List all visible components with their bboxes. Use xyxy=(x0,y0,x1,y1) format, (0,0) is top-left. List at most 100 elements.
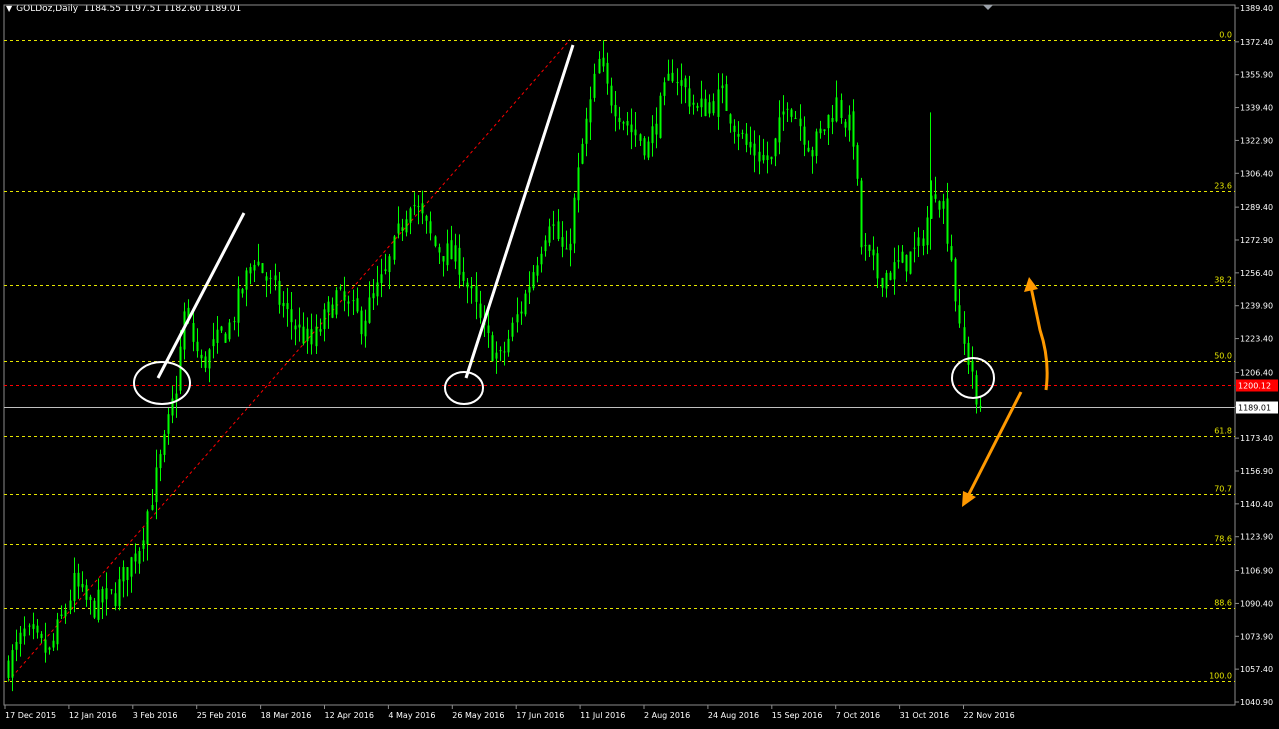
candle-body xyxy=(799,118,802,127)
candle-body xyxy=(688,88,691,107)
candle-body xyxy=(286,303,289,310)
fib-level-label: 100.0 xyxy=(1209,672,1232,681)
candle-body xyxy=(626,121,629,126)
candle-body xyxy=(926,217,929,246)
candle-body xyxy=(946,198,949,244)
candle-body xyxy=(717,89,720,117)
candle-body xyxy=(975,375,978,405)
candle-body xyxy=(413,205,416,207)
candle-body xyxy=(130,557,133,577)
candle-body xyxy=(249,267,252,274)
candle-body xyxy=(610,85,613,106)
candle-body xyxy=(680,80,683,86)
fib-level-label: 50.0 xyxy=(1214,352,1232,361)
candle-body xyxy=(565,248,568,250)
candle-body xyxy=(794,117,797,119)
candle-body xyxy=(598,58,601,74)
candle-body xyxy=(852,111,855,147)
candle-body xyxy=(696,105,699,108)
candle-body xyxy=(19,632,22,644)
candle-body xyxy=(971,361,974,372)
y-tick-label: 1239.90 xyxy=(1240,302,1273,311)
candle-body xyxy=(380,274,383,284)
candle-body xyxy=(401,227,404,231)
candle-body xyxy=(356,298,359,312)
candle-body xyxy=(298,324,301,328)
candle-body xyxy=(544,240,547,252)
candle-body xyxy=(122,567,125,582)
candle-body xyxy=(134,553,137,562)
y-tick-label: 1057.40 xyxy=(1240,665,1273,674)
shift-marker-icon xyxy=(983,5,993,10)
candle-body xyxy=(23,628,26,637)
candle-body xyxy=(807,147,810,152)
candle-body xyxy=(721,85,724,89)
candle-body xyxy=(606,62,609,84)
candle-body xyxy=(97,589,100,620)
candle-body xyxy=(602,57,605,67)
candle-body xyxy=(89,596,92,600)
candle-body xyxy=(868,244,871,251)
candle-body xyxy=(885,272,888,289)
y-tick-label: 1289.40 xyxy=(1240,203,1273,212)
candle-body xyxy=(60,614,63,616)
chart-window[interactable]: ▼ GOLDoz,Daily 1184.55 1197.51 1182.60 11… xyxy=(0,0,1279,729)
candle-body xyxy=(782,111,785,115)
candle-body xyxy=(552,224,555,226)
candle-body xyxy=(93,600,96,618)
candle-body xyxy=(7,660,10,678)
candle-body xyxy=(458,247,461,275)
candle-body xyxy=(819,128,822,134)
candle-body xyxy=(73,572,76,601)
candle-body xyxy=(700,98,703,108)
x-tick-label: 22 Nov 2016 xyxy=(964,711,1015,720)
y-tick-label: 1306.40 xyxy=(1240,169,1273,178)
candle-body xyxy=(352,300,355,302)
candle-body xyxy=(922,238,925,246)
candle-body xyxy=(466,282,469,288)
candle-body xyxy=(647,141,650,158)
candle-body xyxy=(671,72,674,82)
candle-body xyxy=(364,320,367,337)
candle-body xyxy=(778,117,781,143)
candle-body xyxy=(749,141,752,148)
up-arrow xyxy=(1029,286,1049,391)
candle-body xyxy=(167,414,170,434)
candle-body xyxy=(146,511,149,545)
candle-body xyxy=(831,118,834,122)
y-tick-label: 1090.40 xyxy=(1240,599,1273,608)
candle-body xyxy=(856,145,859,179)
candle-body xyxy=(643,138,646,156)
x-tick-label: 26 May 2016 xyxy=(452,711,504,720)
candle-body xyxy=(692,102,695,105)
candle-body xyxy=(40,633,43,638)
candle-body xyxy=(676,82,679,84)
candle-body xyxy=(44,639,47,653)
candle-body xyxy=(294,325,297,330)
candle-body xyxy=(622,122,625,124)
candle-body xyxy=(347,301,350,304)
y-tick-label: 1272.90 xyxy=(1240,236,1273,245)
candle-body xyxy=(372,293,375,299)
candle-body xyxy=(159,454,162,469)
candle-body xyxy=(388,256,391,273)
candle-body xyxy=(958,305,961,324)
price-chart[interactable]: 0.0 23.6 38.2 50.0 61.8 70.7 78.6 88.6 100.0 138… xyxy=(0,0,1279,729)
candle-body xyxy=(573,197,576,244)
candle-body xyxy=(302,326,305,344)
candle-body xyxy=(913,247,916,249)
candle-body xyxy=(220,326,223,331)
y-tick-label: 1355.90 xyxy=(1240,71,1273,80)
y-tick-label: 1223.40 xyxy=(1240,335,1273,344)
candle-body xyxy=(712,101,715,114)
candle-body xyxy=(827,114,830,129)
x-tick-label: 17 Dec 2015 xyxy=(5,711,56,720)
fib-level-label: 38.2 xyxy=(1214,276,1232,285)
candle-body xyxy=(790,109,793,117)
candle-body xyxy=(327,301,330,313)
candle-body xyxy=(421,203,424,214)
fib-level-label: 78.6 xyxy=(1214,535,1232,544)
candle-body xyxy=(758,151,761,162)
candle-body xyxy=(118,579,121,607)
candle-body xyxy=(69,600,72,610)
